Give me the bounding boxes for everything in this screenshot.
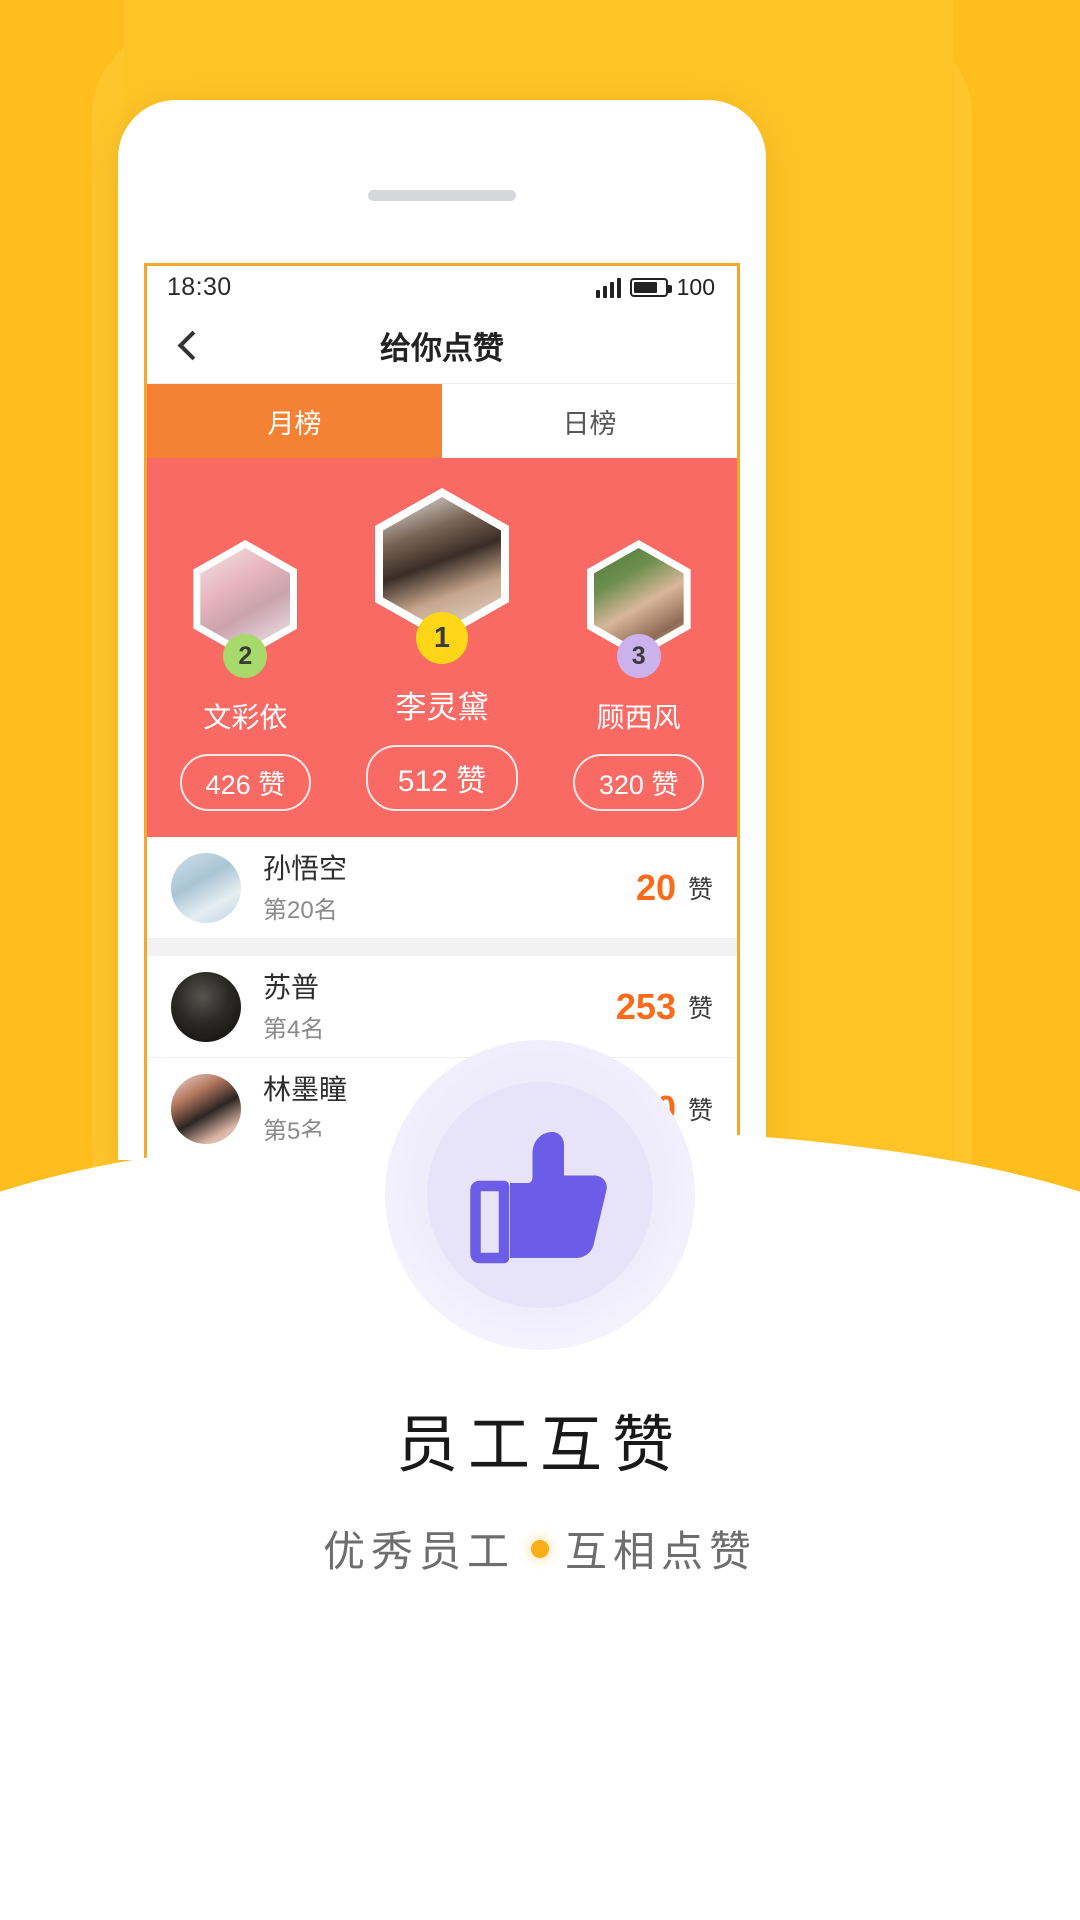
promo-title: 员工互赞	[395, 1411, 684, 1480]
podium-avatar-wrap-3: 3	[586, 540, 691, 678]
podium-top3: 2 文彩依 426 赞 1 李灵黛 512 赞 3 顾西风 320 赞	[147, 458, 737, 837]
podium-avatar-wrap-1: 1	[374, 488, 509, 664]
avatar	[171, 852, 241, 923]
row-count: 20	[635, 866, 676, 908]
phone-speaker	[368, 190, 516, 201]
podium-name-3: 顾西风	[596, 702, 681, 733]
row-rank: 第20名	[263, 896, 338, 924]
row-name: 孙悟空	[263, 852, 348, 884]
podium-rank-2[interactable]: 2 文彩依 426 赞	[148, 540, 343, 811]
podium-name-1: 李灵黛	[395, 690, 489, 725]
phone-screen: 18:30 100 给你点赞 月榜 日榜 2 文彩依 426 赞 1 李灵黛 5…	[144, 263, 740, 1160]
status-time: 18:30	[167, 272, 232, 301]
row-name: 苏普	[263, 971, 320, 1003]
podium-likes-1: 512 赞	[365, 745, 519, 811]
podium-likes-2: 426 赞	[179, 754, 312, 811]
battery-percent: 100	[676, 273, 715, 300]
tab-month-ranking[interactable]: 月榜	[147, 384, 442, 458]
promo-subtitle-right: 互相点赞	[565, 1528, 758, 1575]
podium-avatar-wrap-2: 2	[193, 540, 298, 678]
table-row[interactable]: 孙悟空 第20名 20 赞	[147, 837, 737, 939]
thumbs-up-badge	[385, 1040, 695, 1350]
tab-day-ranking[interactable]: 日榜	[442, 384, 737, 458]
promo-subtitle-left: 优秀员工	[322, 1528, 515, 1575]
promo-block: 员工互赞 优秀员工 互相点赞	[0, 1040, 1080, 1579]
promo-stage: 18:30 100 给你点赞 月榜 日榜 2 文彩依 426 赞 1 李灵黛 5…	[0, 0, 1080, 1920]
medal-badge-1: 1	[415, 612, 468, 664]
podium-rank-3[interactable]: 3 顾西风 320 赞	[541, 540, 736, 811]
row-meta: 孙悟空 第20名	[263, 851, 636, 925]
battery-icon	[629, 277, 672, 297]
status-bar: 18:30 100	[147, 266, 737, 308]
podium-likes-3: 320 赞	[572, 754, 705, 811]
podium-rank-1[interactable]: 1 李灵黛 512 赞	[345, 488, 540, 811]
status-indicators: 100	[595, 273, 715, 301]
promo-subtitle: 优秀员工 互相点赞	[323, 1518, 757, 1579]
row-unit: 赞	[687, 875, 713, 904]
row-unit: 赞	[687, 994, 713, 1023]
avatar	[171, 971, 241, 1042]
medal-badge-2: 2	[223, 634, 268, 678]
row-count: 253	[615, 985, 676, 1027]
signal-bars-icon	[595, 276, 621, 298]
dot-separator-icon	[531, 1539, 549, 1558]
tab-bar: 月榜 日榜	[147, 384, 737, 458]
chevron-left-icon[interactable]	[169, 326, 209, 366]
page-title: 给你点赞	[380, 331, 504, 366]
podium-name-2: 文彩依	[203, 702, 288, 733]
row-meta: 苏普 第4名	[263, 970, 616, 1044]
row-rank: 第4名	[263, 1015, 325, 1043]
nav-bar: 给你点赞	[147, 308, 737, 384]
avatar	[382, 497, 501, 631]
medal-badge-3: 3	[616, 634, 661, 678]
phone-mockup: 18:30 100 给你点赞 月榜 日榜 2 文彩依 426 赞 1 李灵黛 5…	[118, 100, 766, 1160]
list-divider	[147, 939, 737, 956]
thumbs-up-icon	[470, 1132, 607, 1264]
